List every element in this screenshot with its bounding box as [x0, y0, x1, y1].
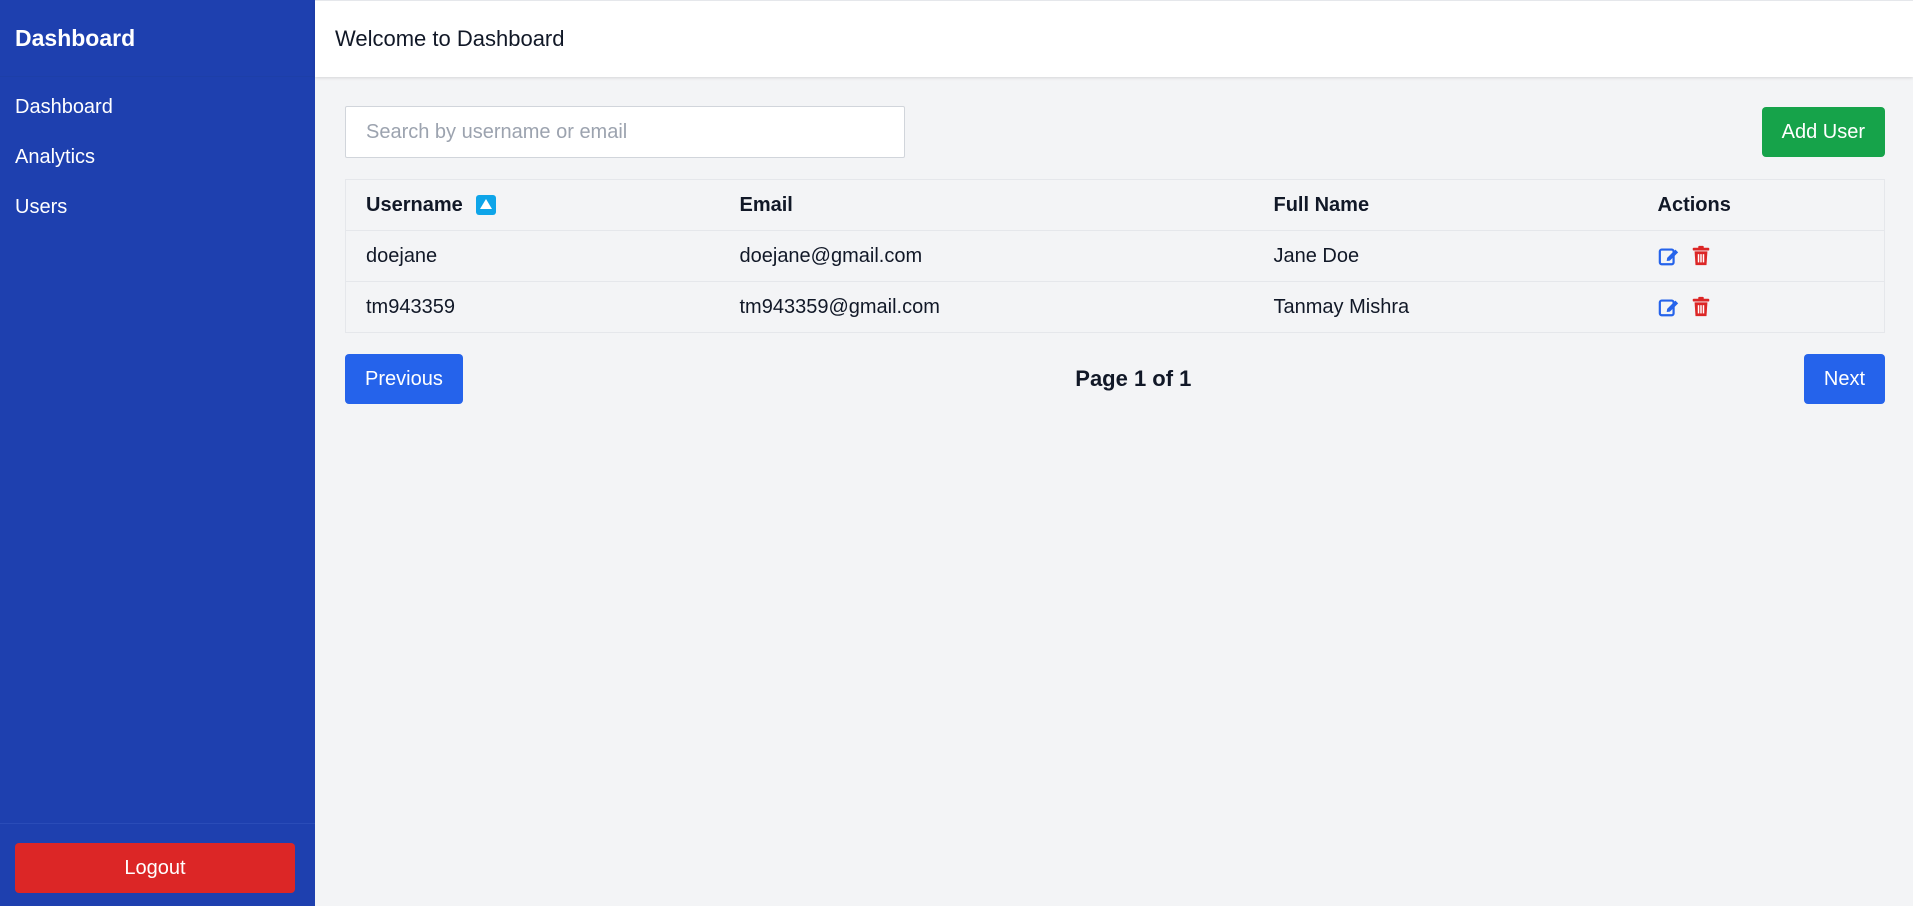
cell-email: tm943359@gmail.com: [719, 281, 1254, 333]
sidebar-nav: Dashboard Analytics Users: [0, 77, 315, 823]
trash-icon[interactable]: [1690, 296, 1712, 318]
sidebar-footer: Logout: [0, 823, 315, 906]
sort-ascending-icon[interactable]: [476, 195, 497, 216]
cell-full-name: Tanmay Mishra: [1253, 281, 1638, 333]
sidebar: Dashboard Dashboard Analytics Users Logo…: [0, 0, 315, 906]
cell-actions: [1637, 281, 1885, 333]
column-header-username-label: Username: [366, 193, 463, 216]
cell-username: tm943359: [345, 281, 720, 333]
toolbar: Add User: [345, 106, 1885, 158]
content: Add User Username Email Full Name Action…: [315, 77, 1913, 404]
page-indicator: Page 1 of 1: [1075, 366, 1192, 391]
cell-full-name: Jane Doe: [1253, 230, 1638, 282]
table-row: doejane doejane@gmail.com Jane Doe: [345, 230, 1885, 282]
page-title: Welcome to Dashboard: [335, 26, 565, 51]
sidebar-item-users[interactable]: Users: [0, 182, 315, 232]
sidebar-brand: Dashboard: [0, 0, 315, 77]
column-header-full-name: Full Name: [1253, 179, 1638, 231]
column-header-actions: Actions: [1637, 179, 1885, 231]
next-button[interactable]: Next: [1803, 354, 1885, 404]
main-area: Welcome to Dashboard Add User Username E…: [315, 0, 1913, 906]
users-table: Username Email Full Name Actions doejane…: [345, 179, 1885, 333]
table-row: tm943359 tm943359@gmail.com Tanmay Mishr…: [345, 281, 1885, 333]
logout-button[interactable]: Logout: [15, 843, 295, 893]
sidebar-item-analytics[interactable]: Analytics: [0, 132, 315, 182]
column-header-username[interactable]: Username: [345, 179, 720, 231]
app-root: Dashboard Dashboard Analytics Users Logo…: [0, 0, 1913, 906]
edit-icon[interactable]: [1658, 296, 1680, 318]
sidebar-item-dashboard[interactable]: Dashboard: [0, 82, 315, 132]
cell-email: doejane@gmail.com: [719, 230, 1254, 282]
trash-icon[interactable]: [1690, 245, 1712, 267]
cell-username: doejane: [345, 230, 720, 282]
table-header-row: Username Email Full Name Actions: [345, 179, 1885, 231]
pagination: Previous Page 1 of 1 Next: [345, 354, 1885, 404]
search-input[interactable]: [345, 106, 905, 158]
add-user-button[interactable]: Add User: [1761, 107, 1885, 157]
column-header-email: Email: [719, 179, 1254, 231]
previous-button[interactable]: Previous: [345, 354, 463, 404]
cell-actions: [1637, 230, 1885, 282]
top-bar: Welcome to Dashboard: [315, 0, 1913, 77]
edit-icon[interactable]: [1658, 245, 1680, 267]
